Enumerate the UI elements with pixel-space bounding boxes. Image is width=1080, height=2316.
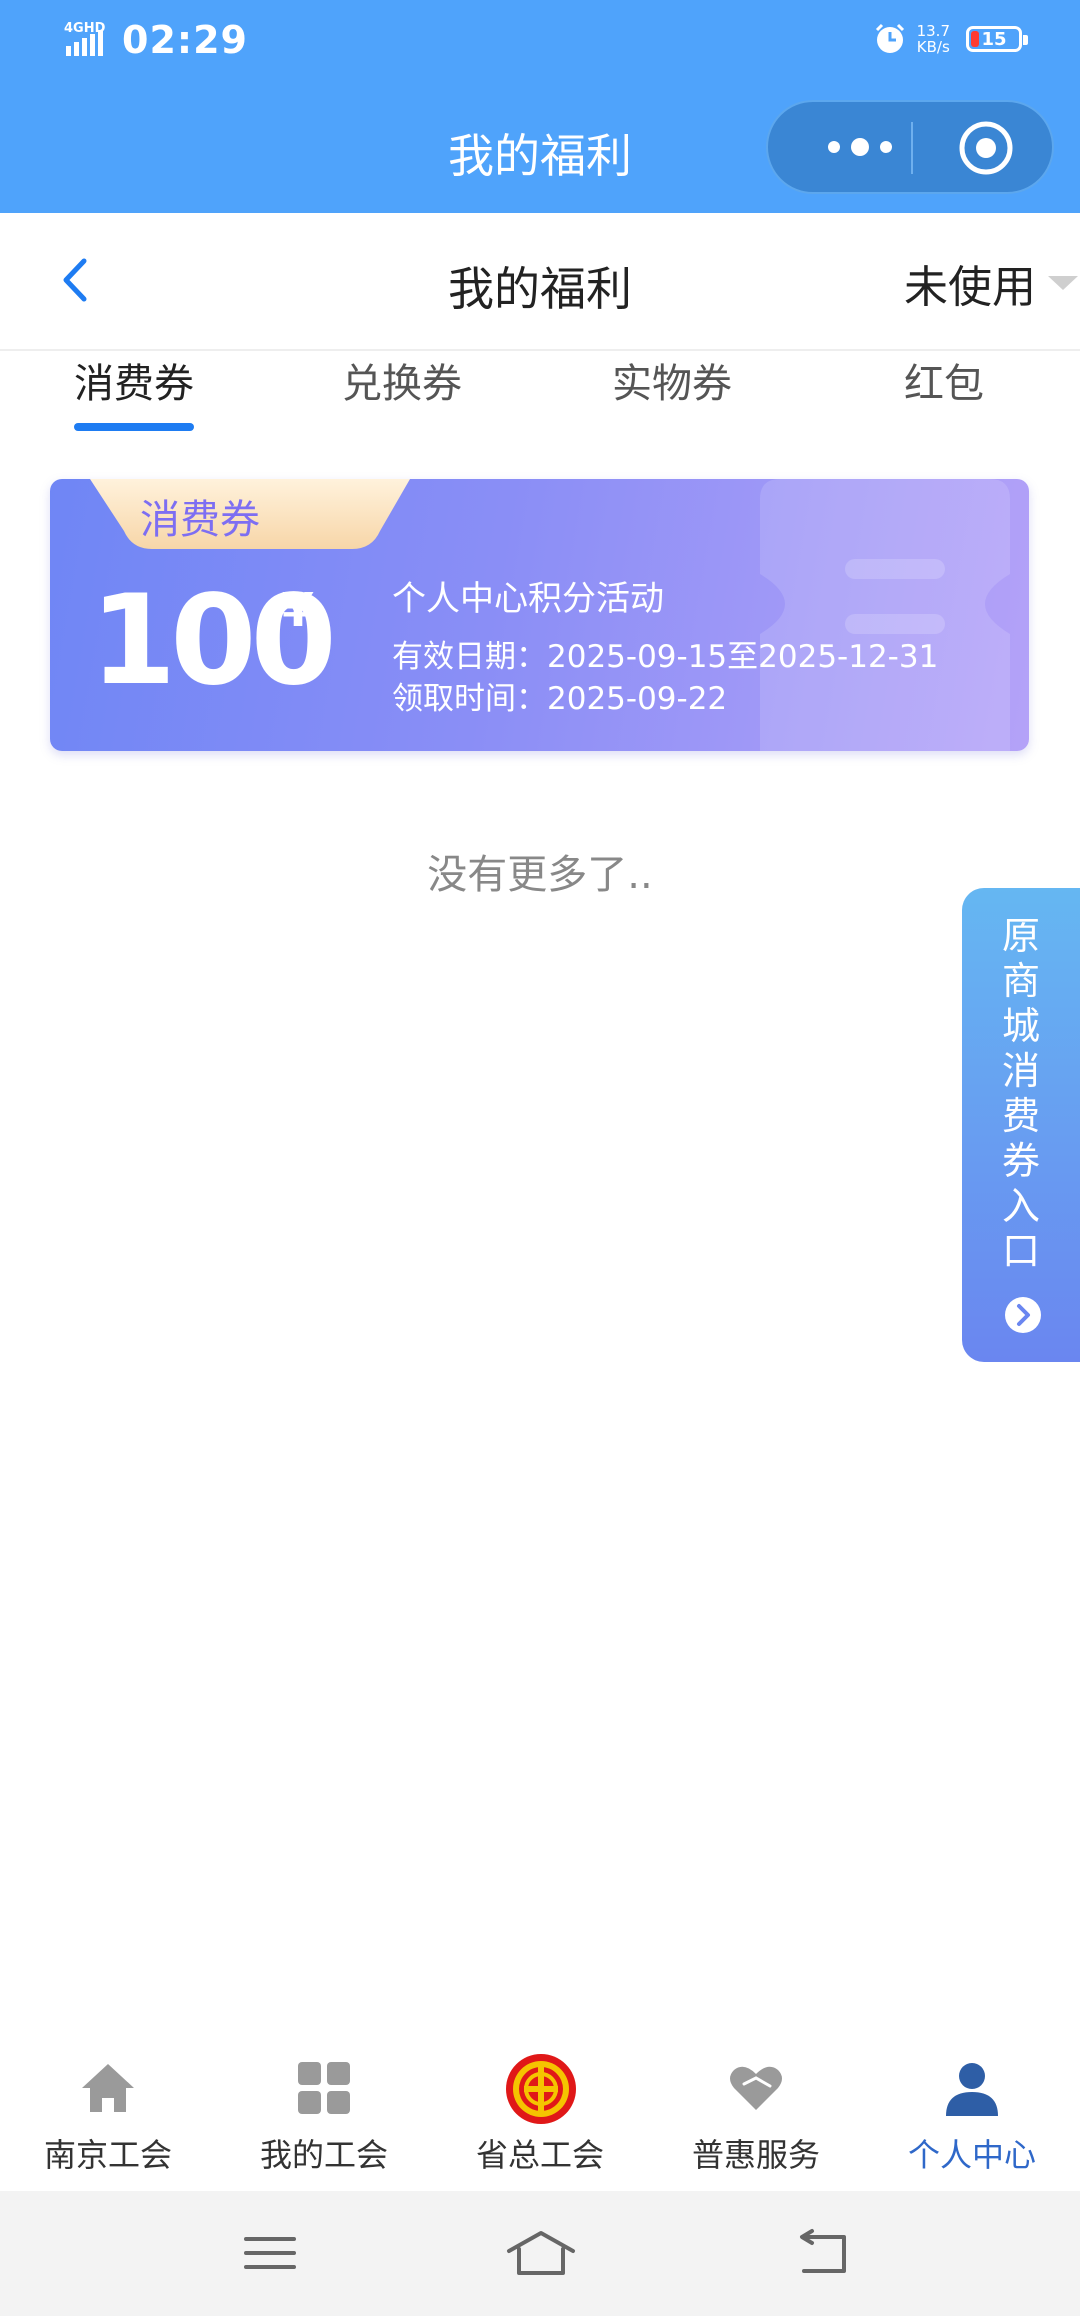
grid-icon	[298, 2062, 350, 2114]
close-target-icon[interactable]	[958, 120, 1014, 176]
bottom-tab-bar: 南京工会 我的工会 省总工会 普惠服务 个人中心	[0, 2036, 1080, 2191]
capsule-divider	[911, 122, 913, 174]
alarm-icon	[875, 23, 904, 53]
nav-bar: 我的福利 未使用	[0, 213, 1080, 351]
coupon-valid-period: 有效日期：2025-09-15至2025-12-31	[392, 639, 939, 675]
active-tab-indicator	[74, 423, 194, 431]
tab-exchange-coupon[interactable]: 兑换券	[342, 351, 462, 409]
home-outline-icon[interactable]	[505, 2227, 577, 2279]
tabbar-label: 普惠服务	[691, 2136, 820, 2174]
system-nav-bar	[0, 2191, 1080, 2316]
coupon-type-tabs: 消费券 兑换券 实物券 红包	[0, 351, 1080, 436]
tabbar-label: 我的工会	[259, 2136, 388, 2174]
coupon-activity-name: 个人中心积分活动	[392, 579, 664, 619]
home-icon	[82, 2064, 134, 2112]
coupon-tag-label: 消费券	[140, 497, 260, 543]
signal-icon: 4GHD	[64, 21, 106, 56]
battery-indicator: 15	[966, 26, 1028, 52]
tabbar-item-provincial-union[interactable]: 省总工会	[432, 2036, 648, 2191]
filter-label: 未使用	[904, 262, 1036, 313]
currency-symbol: ¥	[282, 583, 315, 637]
side-entry-label: 原 商 城 消 费 券 入 口	[1001, 914, 1040, 1273]
tabbar-item-nanjing-union[interactable]: 南京工会	[0, 2036, 216, 2191]
net-speed: 13.7 KB/s	[916, 22, 950, 56]
coupon-card[interactable]: 消费券 100 ¥ 个人中心积分活动 有效日期：2025-09-15至2025-…	[50, 479, 1029, 751]
heart-icon	[730, 2066, 782, 2110]
clock-time: 02:29	[122, 18, 248, 62]
union-emblem-icon	[506, 2054, 576, 2124]
menu-icon[interactable]	[240, 2227, 300, 2279]
mini-program-capsule	[766, 100, 1054, 194]
mini-program-header: 4GHD 02:29 13.7 KB/s 15 我的福利	[0, 0, 1080, 213]
tabbar-label: 南京工会	[43, 2136, 172, 2174]
tabbar-label: 省总工会	[475, 2136, 604, 2174]
chevron-right-icon	[1005, 1297, 1041, 1333]
back-nav-icon[interactable]	[794, 2227, 854, 2279]
status-bar-right: 13.7 KB/s 15	[873, 22, 1028, 56]
tabbar-item-benefit-service[interactable]: 普惠服务	[648, 2036, 864, 2191]
tabbar-item-my-union[interactable]: 我的工会	[216, 2036, 432, 2191]
list-end-text: 没有更多了..	[427, 852, 653, 898]
caret-down-icon	[1048, 276, 1078, 290]
tabbar-item-personal-center[interactable]: 个人中心	[864, 2036, 1080, 2191]
old-mall-coupon-entry[interactable]: 原 商 城 消 费 券 入 口	[962, 888, 1080, 1362]
person-icon	[946, 2063, 998, 2116]
more-dots-icon[interactable]	[812, 102, 912, 192]
status-filter-dropdown[interactable]: 未使用	[904, 251, 1080, 315]
tab-physical-coupon[interactable]: 实物券	[612, 351, 732, 409]
status-bar-left: 4GHD 02:29	[62, 18, 248, 62]
coupon-watermark-icon	[760, 479, 1010, 751]
tab-consumption-coupon[interactable]: 消费券	[74, 351, 194, 409]
tabbar-label: 个人中心	[907, 2136, 1036, 2174]
coupon-claim-time: 领取时间：2025-09-22	[392, 681, 728, 717]
tab-red-packet[interactable]: 红包	[904, 351, 984, 409]
